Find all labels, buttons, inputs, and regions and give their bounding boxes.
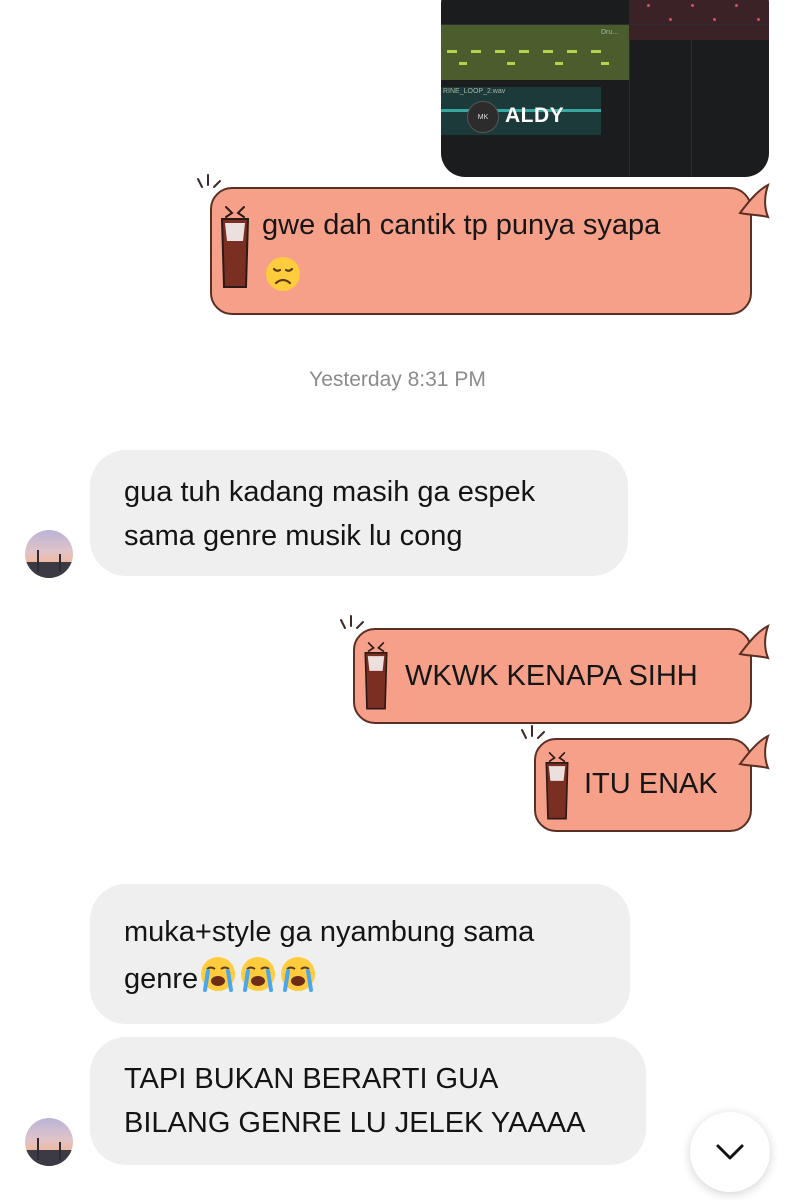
bubble-tail-icon: [738, 624, 770, 660]
media-file-label: RINE_LOOP_2.wav: [443, 88, 506, 95]
incoming-message[interactable]: gua tuh kadang masih ga espek sama genre…: [90, 450, 628, 576]
sparkle-icon: [197, 174, 221, 188]
outgoing-message[interactable]: WKWK KENAPA SIHH: [340, 615, 770, 724]
message-text: ITU ENAK: [584, 768, 718, 800]
message-text-line: muka+style ga nyambung sama: [124, 916, 535, 948]
outgoing-message[interactable]: ITU ENAK: [521, 725, 770, 832]
media-username: ALDY: [505, 104, 565, 127]
bubble-tail-icon: [738, 183, 770, 219]
message-text: WKWK KENAPA SIHH: [405, 660, 698, 692]
chevron-down-icon: [716, 1144, 744, 1160]
loudly-crying-face-icon: [198, 954, 318, 1007]
media-logo-icon: MK: [467, 101, 499, 133]
avatar[interactable]: [25, 530, 73, 578]
media-track-red: [629, 0, 769, 40]
incoming-message[interactable]: muka+style ga nyambung sama genre: [90, 884, 630, 1024]
crying-cup-sticker-icon: [220, 206, 250, 288]
avatar[interactable]: [25, 1118, 73, 1166]
incoming-message[interactable]: TAPI BUKAN BERARTI GUA BILANG GENRE LU J…: [90, 1037, 646, 1165]
message-text-line: genre: [124, 963, 199, 996]
message-text-line: gua tuh kadang masih ga espek: [124, 476, 536, 508]
message-text: gwe dah cantik tp punya syapa: [262, 209, 661, 241]
shared-media-card[interactable]: Dru... RINE_LOOP_2.wav MK ALDY: [441, 0, 769, 177]
scroll-down-button[interactable]: [690, 1112, 770, 1192]
sparkle-icon: [521, 725, 545, 739]
message-text-line: BILANG GENRE LU JELEK YAAAA: [124, 1107, 586, 1139]
message-text-line: TAPI BUKAN BERARTI GUA: [124, 1063, 499, 1095]
disappointed-face-icon: [264, 255, 302, 298]
message-text-line: sama genre musik lu cong: [124, 520, 463, 552]
crying-cup-sticker-icon: [545, 752, 569, 820]
sparkle-icon: [340, 615, 364, 629]
media-track-label: Dru...: [601, 29, 619, 36]
bubble-tail-icon: [738, 734, 770, 770]
message-timestamp: Yesterday 8:31 PM: [309, 368, 486, 391]
outgoing-message[interactable]: gwe dah cantik tp punya syapa: [197, 174, 770, 315]
crying-cup-sticker-icon: [364, 642, 388, 710]
